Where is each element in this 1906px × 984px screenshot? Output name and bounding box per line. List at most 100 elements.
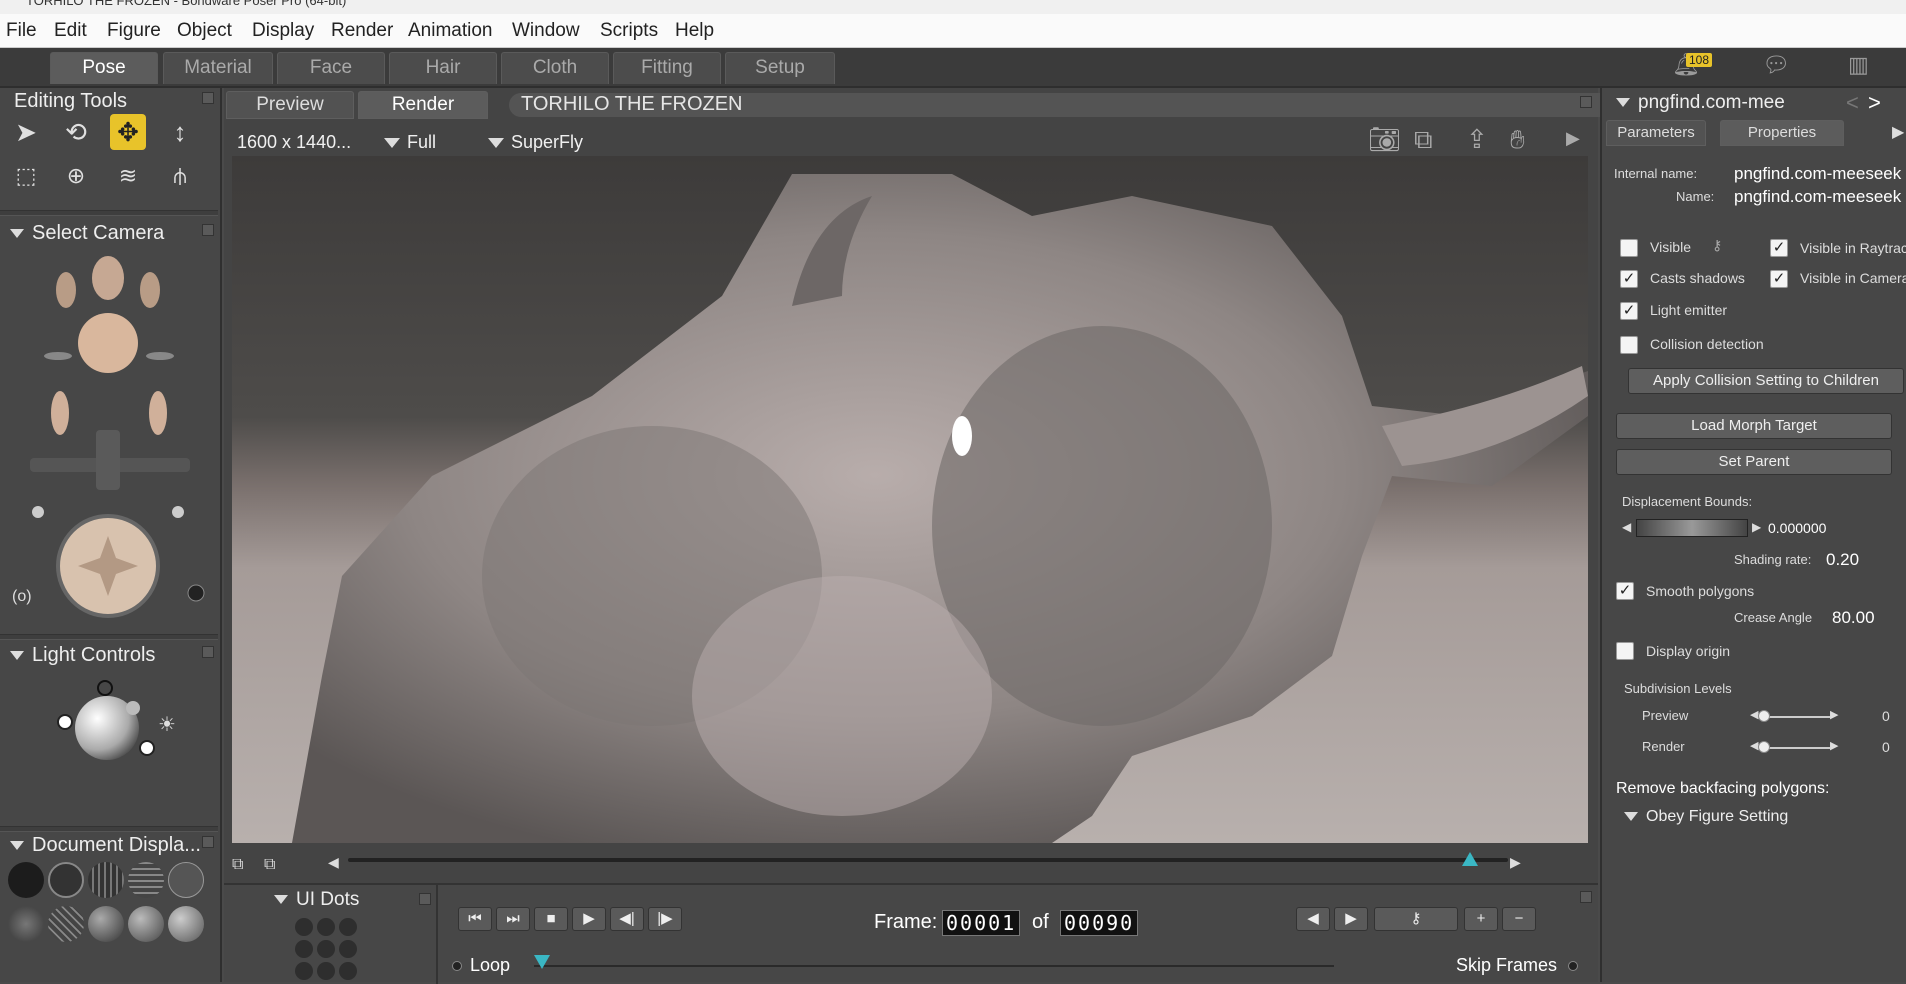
- scale-tool-icon[interactable]: ⬚: [8, 158, 44, 194]
- render-history-slider[interactable]: [348, 852, 1508, 866]
- menu-figure[interactable]: Figure: [107, 20, 161, 42]
- shading-rate-value[interactable]: 0.20: [1826, 550, 1859, 570]
- render-increase-icon[interactable]: ▶: [1830, 739, 1838, 752]
- ui-dots-menu-icon[interactable]: [419, 893, 431, 905]
- render-resolution[interactable]: 1600 x 1440...: [237, 132, 351, 153]
- chain-break-icon[interactable]: ⫛: [162, 158, 198, 194]
- total-frames-field[interactable]: 00090: [1060, 910, 1139, 936]
- light-controls-menu-icon[interactable]: [202, 646, 214, 658]
- tab-cloth[interactable]: Cloth: [501, 52, 609, 84]
- history-slider-handle[interactable]: [1462, 852, 1478, 866]
- visibility-key-icon[interactable]: ⚷: [1712, 237, 1722, 254]
- tab-pose[interactable]: Pose: [50, 52, 158, 84]
- move-vertical-icon[interactable]: ↕: [162, 114, 198, 150]
- tab-parameters[interactable]: Parameters: [1606, 120, 1706, 146]
- next-keyframe-button[interactable]: ▶: [1334, 907, 1368, 931]
- loop-radio[interactable]: [452, 961, 462, 971]
- load-morph-target-button[interactable]: Load Morph Target: [1616, 413, 1892, 439]
- tab-render[interactable]: Render: [358, 91, 488, 119]
- menu-render[interactable]: Render: [331, 20, 393, 42]
- set-parent-button[interactable]: Set Parent: [1616, 449, 1892, 475]
- delete-keyframe-button[interactable]: −: [1502, 907, 1536, 931]
- step-back-button[interactable]: ◀|: [610, 907, 644, 931]
- previous-object-icon[interactable]: <: [1846, 90, 1859, 116]
- frame-scrubber-handle[interactable]: [534, 955, 550, 969]
- display-origin-checkbox[interactable]: [1616, 642, 1634, 660]
- next-object-icon[interactable]: >: [1868, 90, 1881, 116]
- displacement-increase-icon[interactable]: ▶: [1752, 520, 1761, 534]
- sun-icon[interactable]: ☀: [158, 712, 176, 737]
- flat-shaded-style-icon[interactable]: [8, 906, 44, 942]
- add-keyframe-button[interactable]: +: [1464, 907, 1498, 931]
- tab-setup[interactable]: Setup: [725, 52, 835, 84]
- tab-preview[interactable]: Preview: [226, 91, 354, 119]
- menu-file[interactable]: File: [6, 20, 37, 42]
- camera-controls[interactable]: [20, 248, 210, 628]
- panel-divider[interactable]: [0, 634, 218, 640]
- preview-increase-icon[interactable]: ▶: [1830, 708, 1838, 721]
- visible-checkbox[interactable]: [1620, 239, 1638, 257]
- menu-edit[interactable]: Edit: [54, 20, 87, 42]
- current-frame-field[interactable]: 00001: [942, 910, 1021, 936]
- editing-tools-menu-icon[interactable]: [202, 92, 214, 104]
- share-render-icon[interactable]: ⇪: [1466, 124, 1488, 155]
- play-button[interactable]: ▶: [572, 907, 606, 931]
- cartoon-style-icon[interactable]: [48, 906, 84, 942]
- frame-scrubber[interactable]: [534, 965, 1334, 967]
- light-emitter-checkbox[interactable]: ✓: [1620, 302, 1638, 320]
- smooth-polygons-checkbox[interactable]: ✓: [1616, 582, 1634, 600]
- menu-display[interactable]: Display: [252, 20, 314, 42]
- chat-icon[interactable]: 💬︎: [1762, 52, 1790, 78]
- twist-tool-icon[interactable]: ⊕: [58, 158, 94, 194]
- tab-fitting[interactable]: Fitting: [613, 52, 721, 84]
- displacement-decrease-icon[interactable]: ◀: [1622, 520, 1631, 534]
- menu-animation[interactable]: Animation: [408, 20, 493, 42]
- casts-shadows-checkbox[interactable]: ✓: [1620, 270, 1638, 288]
- camera-lock-icon[interactable]: (o): [12, 588, 32, 606]
- step-forward-button[interactable]: |▶: [648, 907, 682, 931]
- displacement-value[interactable]: 0.000000: [1768, 520, 1826, 536]
- render-quality-dropdown[interactable]: Full: [384, 132, 436, 153]
- ui-dots-grid[interactable]: [294, 917, 374, 981]
- camera-render-icon[interactable]: 📷︎: [1368, 124, 1401, 155]
- view-layout-icon[interactable]: ⧉: [232, 856, 243, 874]
- area-render-icon[interactable]: ⧉: [1414, 124, 1433, 156]
- renderer-dropdown[interactable]: SuperFly: [488, 132, 583, 153]
- taper-tool-icon[interactable]: ≋: [110, 158, 146, 194]
- outline-style-icon[interactable]: [48, 862, 84, 898]
- name-field[interactable]: pngfind.com-meeseek: [1734, 187, 1901, 207]
- tab-hair[interactable]: Hair: [389, 52, 497, 84]
- playback-menu-icon[interactable]: [1580, 891, 1592, 903]
- subdivision-preview-knob[interactable]: [1758, 710, 1770, 722]
- hidden-line-style-icon[interactable]: [128, 862, 164, 898]
- more-right-icon[interactable]: ▶: [1566, 128, 1580, 149]
- hand-pan-icon[interactable]: ✋︎: [1510, 124, 1525, 156]
- tab-material[interactable]: Material: [163, 52, 273, 84]
- select-camera-menu-icon[interactable]: [202, 224, 214, 236]
- select-tool-icon[interactable]: ➤: [8, 114, 44, 150]
- tab-properties[interactable]: Properties: [1720, 120, 1844, 146]
- displacement-dial[interactable]: [1636, 519, 1748, 537]
- silhouette-style-icon[interactable]: [8, 862, 44, 898]
- previous-keyframe-button[interactable]: ◀: [1296, 907, 1330, 931]
- menu-scripts[interactable]: Scripts: [600, 20, 658, 42]
- stop-button[interactable]: ■: [534, 907, 568, 931]
- menu-help[interactable]: Help: [675, 20, 714, 42]
- timeline-left-icon[interactable]: ◀: [328, 854, 339, 871]
- document-menu-icon[interactable]: [1580, 96, 1592, 108]
- render-canvas[interactable]: [232, 156, 1588, 843]
- apply-collision-button[interactable]: Apply Collision Setting to Children: [1628, 368, 1904, 394]
- crease-angle-value[interactable]: 80.00: [1832, 608, 1875, 628]
- skip-frames-radio[interactable]: [1568, 961, 1578, 971]
- rotate-tool-icon[interactable]: ⟲: [58, 114, 94, 150]
- key-icon[interactable]: ⚷: [1374, 907, 1458, 931]
- smooth-shaded-style-icon[interactable]: [88, 906, 124, 942]
- panel-divider[interactable]: [0, 826, 218, 832]
- collision-detection-checkbox[interactable]: [1620, 336, 1638, 354]
- document-display-menu-icon[interactable]: [202, 836, 214, 848]
- wireframe-style-icon[interactable]: [88, 862, 124, 898]
- subdivision-render-knob[interactable]: [1758, 741, 1770, 753]
- texture-shaded-style-icon[interactable]: [128, 906, 164, 942]
- library-icon[interactable]: ▥: [1848, 52, 1869, 78]
- visible-camera-checkbox[interactable]: ✓: [1770, 270, 1788, 288]
